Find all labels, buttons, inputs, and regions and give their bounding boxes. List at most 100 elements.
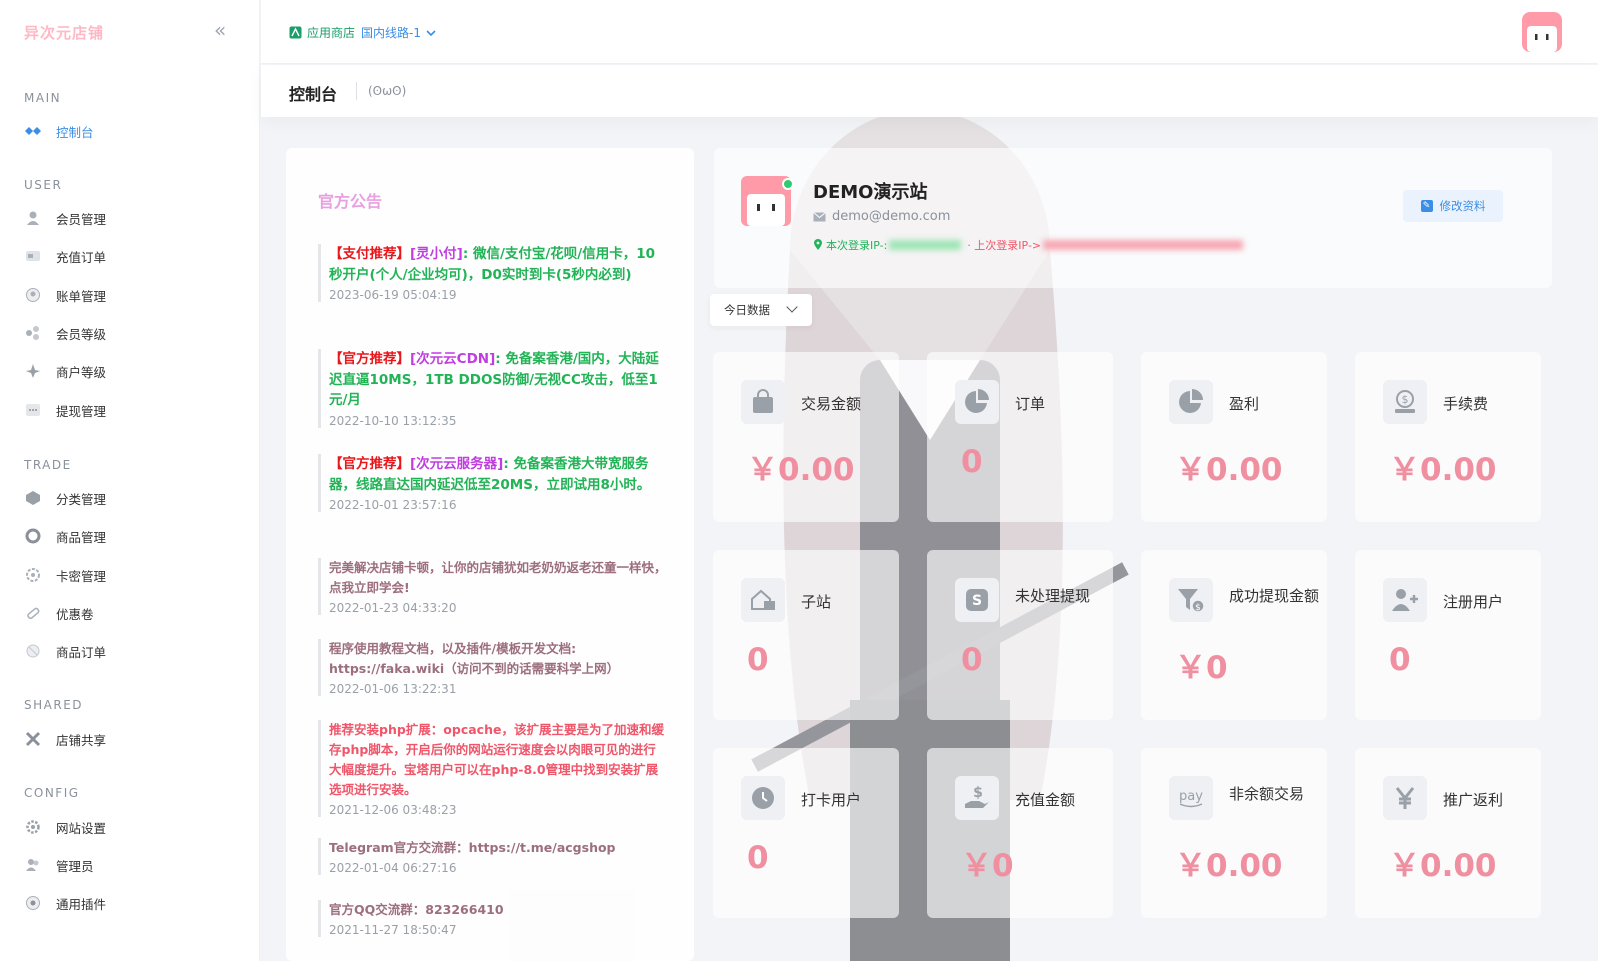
announcement-tag: 【官方推荐】 (329, 351, 410, 367)
announcement-body: Telegram官方交流群：https://t.me/acgshop (329, 840, 616, 855)
svg-text:$: $ (973, 785, 983, 801)
clock-icon (741, 776, 785, 820)
announcement-date: 2022-10-10 13:12:35 (329, 413, 457, 428)
star-icon (24, 362, 42, 380)
ticket-icon (24, 604, 42, 622)
announcement-vendor: [次元云服务器] (410, 456, 504, 472)
stat-value: ￥0.00 (1175, 452, 1283, 488)
sidebar-item-admins[interactable]: 管理员 (24, 853, 244, 877)
announcement-body: 程序使用教程文档，以及插件/模板开发文档: https://faka.wiki（… (329, 641, 620, 676)
sidebar: 异次元店铺 « MAIN 控制台 USER 会员管理 充值订单 账单管理 会员等… (0, 0, 260, 961)
svg-text:S: S (972, 593, 982, 609)
announcement-date: 2021-11-27 18:50:47 (329, 923, 457, 937)
location-pin-icon (814, 239, 822, 250)
stat-label: 子站 (801, 593, 832, 611)
email-row: demo@demo.com (813, 209, 950, 224)
pie-chart-icon (1169, 380, 1213, 424)
mail-icon (813, 211, 826, 221)
circle-dot-icon (24, 894, 42, 912)
sidebar-item-bills[interactable]: 账单管理 (24, 283, 244, 307)
announcement-item[interactable]: Telegram官方交流群：https://t.me/acgshop 2022-… (318, 838, 668, 875)
stat-card-orders: 订单 0 (927, 352, 1113, 522)
sidebar-item-withdraw[interactable]: 提现管理 (24, 398, 244, 422)
announcement-tag: 【官方推荐】 (329, 456, 410, 472)
online-status-dot (782, 178, 794, 190)
hand-dollar-icon: $ (955, 776, 999, 820)
profile-card: DEMO演示站 demo@demo.com 本次登录IP-: · 上次登录IP-… (714, 148, 1552, 288)
sidebar-item-label: 商户等级 (56, 364, 107, 380)
last-ip-label: · 上次登录IP-> (967, 239, 1042, 252)
sidebar-item-label: 卡密管理 (56, 568, 107, 584)
announcement-item[interactable]: 官方QQ交流群：823266410 2021-11-27 18:50:47 (318, 900, 668, 937)
brand-logo[interactable]: 异次元店铺 (24, 22, 104, 43)
sidebar-item-product-orders[interactable]: 商品订单 (24, 639, 244, 663)
chevron-down-icon (786, 301, 798, 313)
announcement-date: 2022-01-04 06:27:16 (329, 861, 457, 875)
stat-value: 0 (961, 642, 983, 678)
app-store-icon (289, 26, 302, 39)
diamond-grid-icon (24, 122, 42, 140)
sidebar-item-merchant-levels[interactable]: 商户等级 (24, 359, 244, 383)
sidebar-item-label: 通用插件 (56, 896, 107, 912)
stat-value: ￥0 (961, 848, 1014, 884)
announcement-item[interactable]: 推荐安装php扩展：opcache，该扩展主要是为了加速和缓存php脚本，开启后… (318, 720, 668, 817)
stat-label: 成功提现金额 (1229, 587, 1320, 605)
app-store-label: 应用商店 (307, 26, 356, 40)
announcement-body: 官方QQ交流群：823266410 (329, 902, 504, 917)
sidebar-item-products[interactable]: 商品管理 (24, 524, 244, 548)
stat-value: 0 (747, 840, 769, 876)
sidebar-item-store-share[interactable]: 店铺共享 (24, 727, 244, 751)
app-store-link[interactable]: 应用商店 国内线路-1 (289, 24, 436, 41)
cube-icon (24, 489, 42, 507)
user-avatar[interactable] (1522, 12, 1562, 52)
announcement-body: 推荐安装php扩展：opcache，该扩展主要是为了加速和缓存php脚本，开启后… (329, 722, 664, 797)
sidebar-item-label: 会员等级 (56, 326, 107, 342)
page-subtitle: (ʘωʘ) (368, 84, 407, 98)
stat-value: 0 (1389, 642, 1411, 678)
svg-text:$: $ (1195, 603, 1201, 613)
page-title: 控制台 (289, 85, 338, 104)
card-icon (24, 247, 42, 265)
sidebar-item-label: 商品管理 (56, 529, 107, 545)
sidebar-item-label: 网站设置 (56, 820, 107, 836)
sidebar-item-site-settings[interactable]: 网站设置 (24, 815, 244, 839)
section-trade: TRADE (24, 458, 72, 472)
announcement-date: 2023-06-19 05:04:19 (329, 288, 457, 302)
section-main: MAIN (24, 91, 62, 105)
announcement-date: 2022-01-06 13:22:31 (329, 682, 457, 696)
sidebar-item-coupons[interactable]: 优惠卷 (24, 601, 244, 625)
top-bar: 应用商店 国内线路-1 (261, 0, 1598, 64)
settings-gear-icon (24, 818, 42, 836)
sidebar-item-label: 会员管理 (56, 211, 107, 227)
announcement-item[interactable]: 程序使用教程文档，以及插件/模板开发文档: https://faka.wiki（… (318, 639, 668, 696)
sidebar-item-plugins[interactable]: 通用插件 (24, 891, 244, 915)
stat-label: 交易金额 (801, 395, 862, 413)
announcement-card: 官方公告 【支付推荐】[灵小付]: 微信/支付宝/花呗/信用卡，10秒开户(个人… (286, 148, 694, 961)
sidebar-item-members[interactable]: 会员管理 (24, 206, 244, 230)
stat-card-recharge-amount: $ 充值金额 ￥0 (927, 748, 1113, 918)
stat-value: ￥0.00 (1389, 452, 1497, 488)
announcement-item[interactable]: 完美解决店铺卡顿，让你的店铺犹如老奶奶返老还童一样快，点我立即学会! 2022-… (318, 558, 668, 615)
person-circle-icon (24, 286, 42, 304)
stat-value: ￥0.00 (747, 452, 855, 488)
double-chevron-left-icon[interactable]: « (214, 20, 226, 40)
sidebar-item-categories[interactable]: 分类管理 (24, 486, 244, 510)
sidebar-item-label: 管理员 (56, 858, 94, 874)
sidebar-item-member-levels[interactable]: 会员等级 (24, 321, 244, 345)
stat-value: 0 (747, 642, 769, 678)
edit-profile-button[interactable]: ✎ 修改资料 (1403, 190, 1503, 222)
page-header: 控制台 (ʘωʘ) (261, 65, 1598, 117)
stat-label: 注册用户 (1443, 593, 1504, 611)
site-name: DEMO演示站 (813, 182, 928, 203)
announcement-item[interactable]: 【官方推荐】[次元云服务器]: 免备案香港大带宽服务器，线路直达国内延迟低至20… (318, 454, 668, 512)
route-select[interactable]: 国内线路-1 (361, 24, 421, 41)
sidebar-item-dashboard[interactable]: 控制台 (24, 119, 244, 143)
login-ip-row: 本次登录IP-: · 上次登录IP-> (813, 237, 1244, 253)
sidebar-item-recharge-orders[interactable]: 充值订单 (24, 244, 244, 268)
sidebar-item-card-keys[interactable]: 卡密管理 (24, 563, 244, 587)
announcement-item[interactable]: 【支付推荐】[灵小付]: 微信/支付宝/花呗/信用卡，10秒开户(个人/企业均可… (318, 244, 668, 302)
announcement-item[interactable]: 【官方推荐】[次元云CDN]: 免备案香港/国内，大陆延迟直逼10MS，1TB … (318, 349, 668, 428)
date-range-select[interactable]: 今日数据 (710, 294, 812, 326)
stat-card-referral-rebate: 推广返利 ￥0.00 (1355, 748, 1541, 918)
announcement-vendor: [灵小付] (410, 246, 463, 262)
